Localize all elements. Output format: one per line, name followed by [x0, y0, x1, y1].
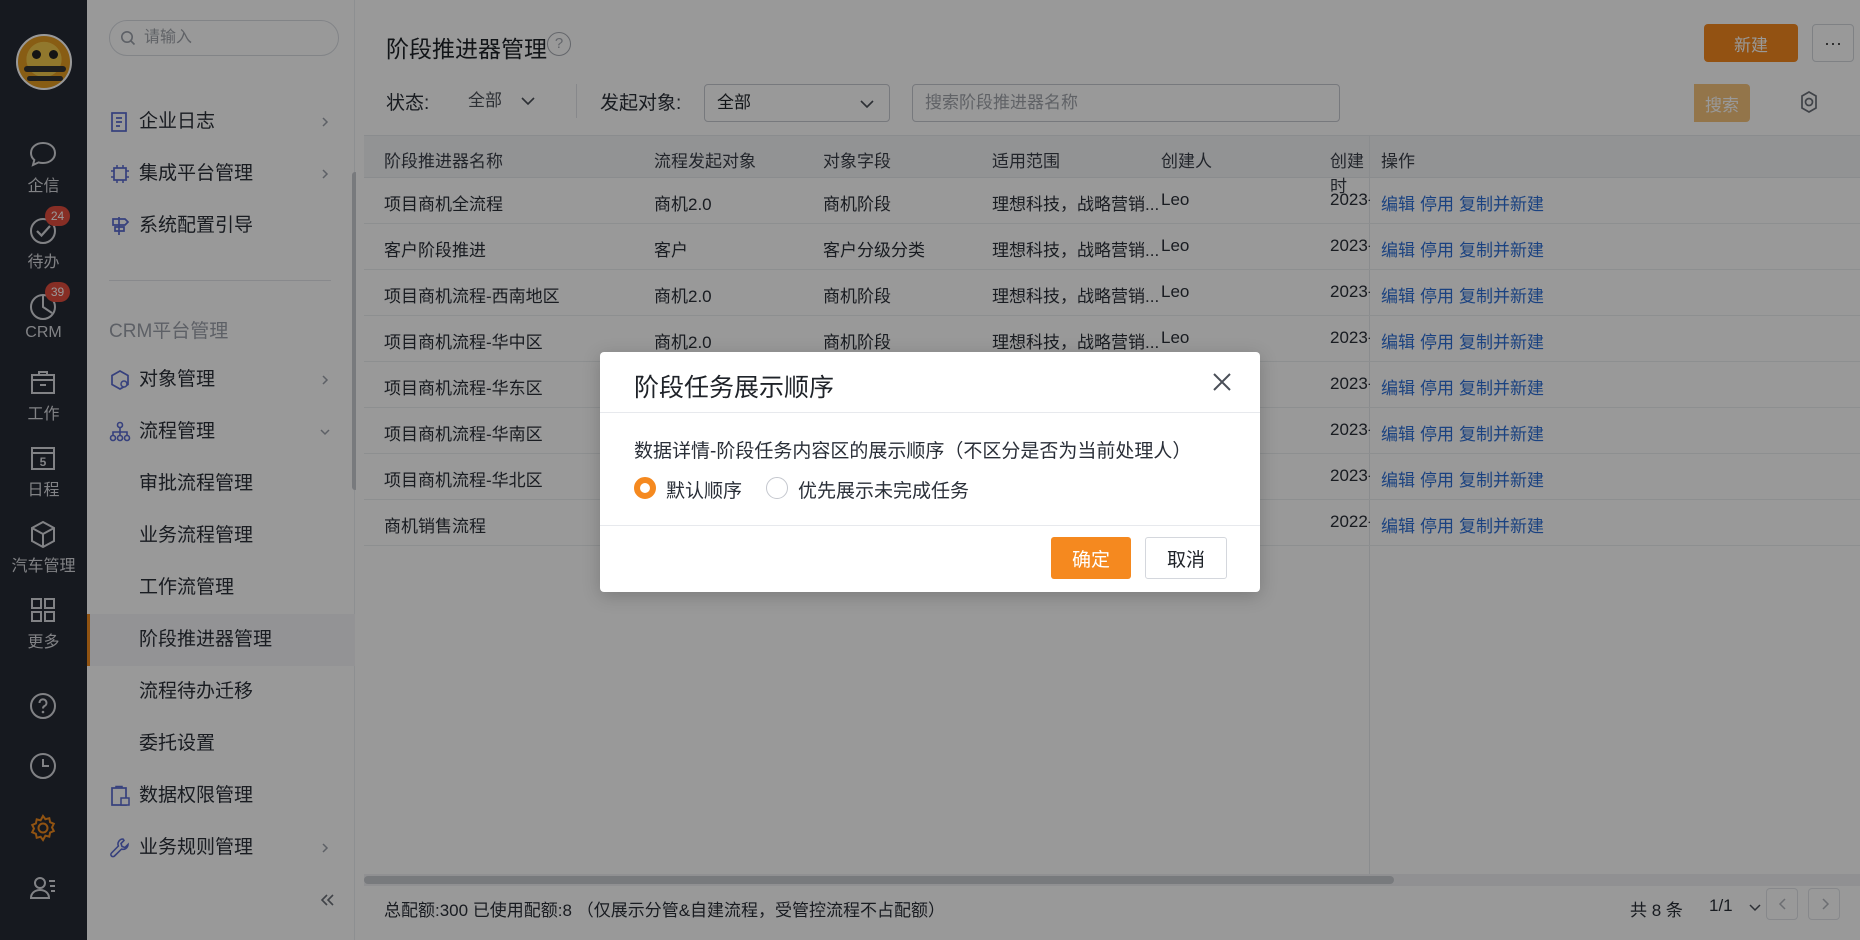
- confirm-button[interactable]: 确定: [1051, 537, 1131, 579]
- radio-dot: [634, 477, 656, 499]
- dialog-title: 阶段任务展示顺序: [634, 374, 835, 402]
- dialog-description: 数据详情-阶段任务内容区的展示顺序（不区分是否为当前处理人）: [634, 441, 1192, 462]
- radio-label: 默认顺序: [666, 481, 743, 502]
- dialog-footer-divider: [600, 525, 1260, 526]
- dialog-divider: [600, 412, 1260, 413]
- close-icon[interactable]: [1208, 368, 1236, 396]
- radio-label: 优先展示未完成任务: [798, 481, 970, 502]
- radio-default-order[interactable]: 默认顺序: [634, 474, 754, 502]
- app-root: 企信 24 待办 39 CRM 工作 5 日程 汽车管理 更多 请输入 企业日志…: [0, 0, 1860, 940]
- cancel-button[interactable]: 取消: [1145, 537, 1227, 579]
- display-order-dialog: 阶段任务展示顺序 数据详情-阶段任务内容区的展示顺序（不区分是否为当前处理人） …: [600, 352, 1260, 592]
- radio-dot: [766, 477, 788, 499]
- radio-unfinished-first[interactable]: 优先展示未完成任务: [766, 474, 976, 502]
